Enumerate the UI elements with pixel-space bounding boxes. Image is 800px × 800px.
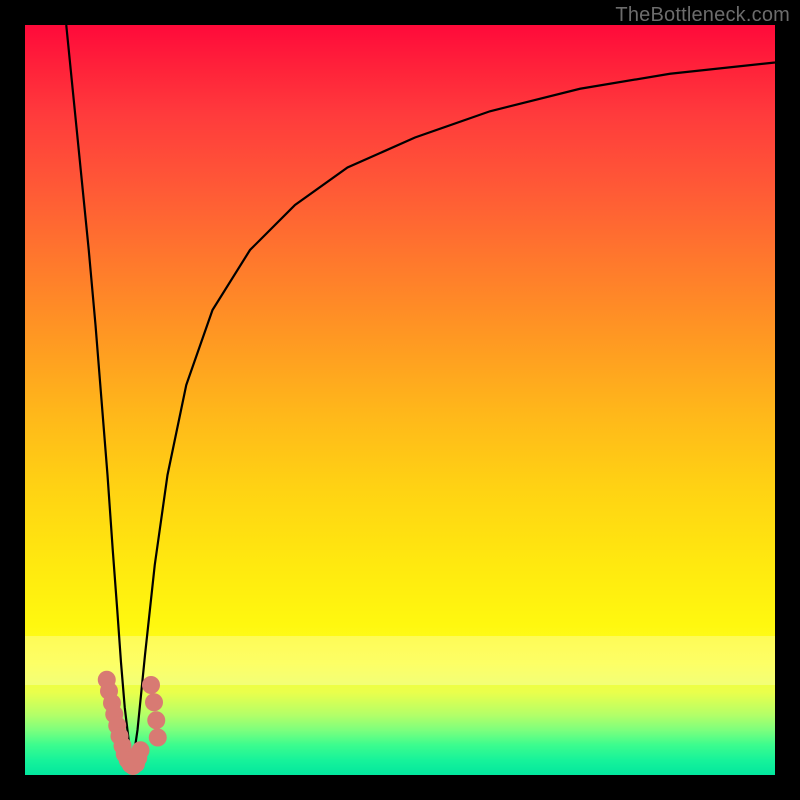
cluster-dot [142,676,160,694]
cluster-dot [147,711,165,729]
cluster-dot [132,741,150,759]
curve-group [66,25,775,766]
curve-right-branch [132,63,775,767]
cluster-dot [145,693,163,711]
marker-group [98,671,167,775]
chart-frame: TheBottleneck.com [0,0,800,800]
chart-svg [25,25,775,775]
plot-area [25,25,775,775]
watermark-text: TheBottleneck.com [615,4,790,27]
cluster-dot [149,729,167,747]
curve-left-branch [66,25,132,766]
